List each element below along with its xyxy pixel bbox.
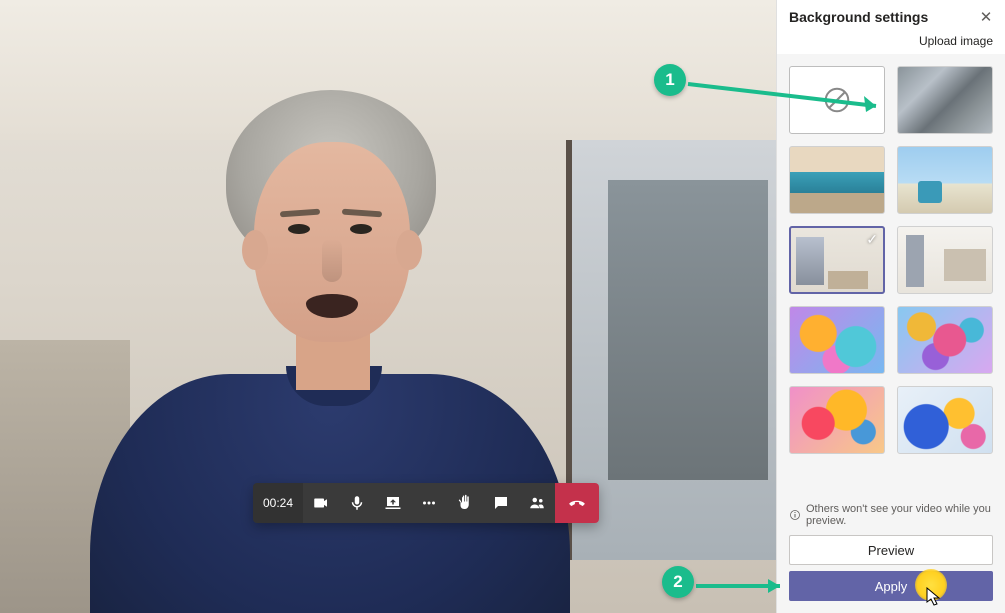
background-option-spheres-3[interactable]: [789, 386, 885, 454]
preview-info-text: Others won't see your video while you pr…: [789, 503, 993, 527]
apply-button[interactable]: Apply: [789, 571, 993, 601]
share-screen-button[interactable]: [375, 483, 411, 523]
background-option-beach[interactable]: [897, 146, 993, 214]
background-option-room-1[interactable]: ✓: [789, 226, 885, 294]
hangup-icon: [568, 494, 586, 512]
participant-video: [130, 90, 550, 610]
chat-button[interactable]: [483, 483, 519, 523]
step-arrow-2: [694, 576, 794, 596]
hangup-button[interactable]: [555, 483, 599, 523]
apply-button-label: Apply: [875, 579, 908, 594]
background-options-grid: ✓: [777, 54, 1005, 497]
panel-title: Background settings: [789, 9, 928, 25]
chat-icon: [492, 494, 510, 512]
camera-toggle-button[interactable]: [303, 483, 339, 523]
panel-footer: Others won't see your video while you pr…: [777, 497, 1005, 613]
raise-hand-button[interactable]: [447, 483, 483, 523]
check-icon: ✓: [866, 231, 878, 248]
mic-toggle-button[interactable]: [339, 483, 375, 523]
more-icon: [420, 494, 438, 512]
close-panel-button[interactable]: ✕: [977, 8, 995, 26]
more-actions-button[interactable]: [411, 483, 447, 523]
background-option-room-2[interactable]: [897, 226, 993, 294]
cursor-icon: [926, 587, 942, 607]
background-option-spheres-1[interactable]: [789, 306, 885, 374]
call-timer: 00:24: [253, 483, 303, 523]
background-option-blur[interactable]: [897, 66, 993, 134]
camera-icon: [312, 494, 330, 512]
background-option-office[interactable]: [789, 146, 885, 214]
info-icon: [789, 509, 801, 521]
preview-button[interactable]: Preview: [789, 535, 993, 565]
background-option-spheres-4[interactable]: [897, 386, 993, 454]
background-option-spheres-2[interactable]: [897, 306, 993, 374]
participants-button[interactable]: [519, 483, 555, 523]
panel-header: Background settings ✕: [777, 0, 1005, 30]
step-badge-1: 1: [654, 64, 686, 96]
people-icon: [528, 494, 546, 512]
step-badge-2: 2: [662, 566, 694, 598]
upload-image-link[interactable]: Upload image: [777, 30, 1005, 54]
cursor-highlight: [915, 569, 947, 601]
raise-hand-icon: [456, 494, 474, 512]
step-arrow-1: [686, 74, 896, 114]
share-screen-icon: [384, 494, 402, 512]
close-icon: ✕: [980, 8, 993, 26]
microphone-icon: [348, 494, 366, 512]
call-toolbar: 00:24: [253, 483, 599, 523]
